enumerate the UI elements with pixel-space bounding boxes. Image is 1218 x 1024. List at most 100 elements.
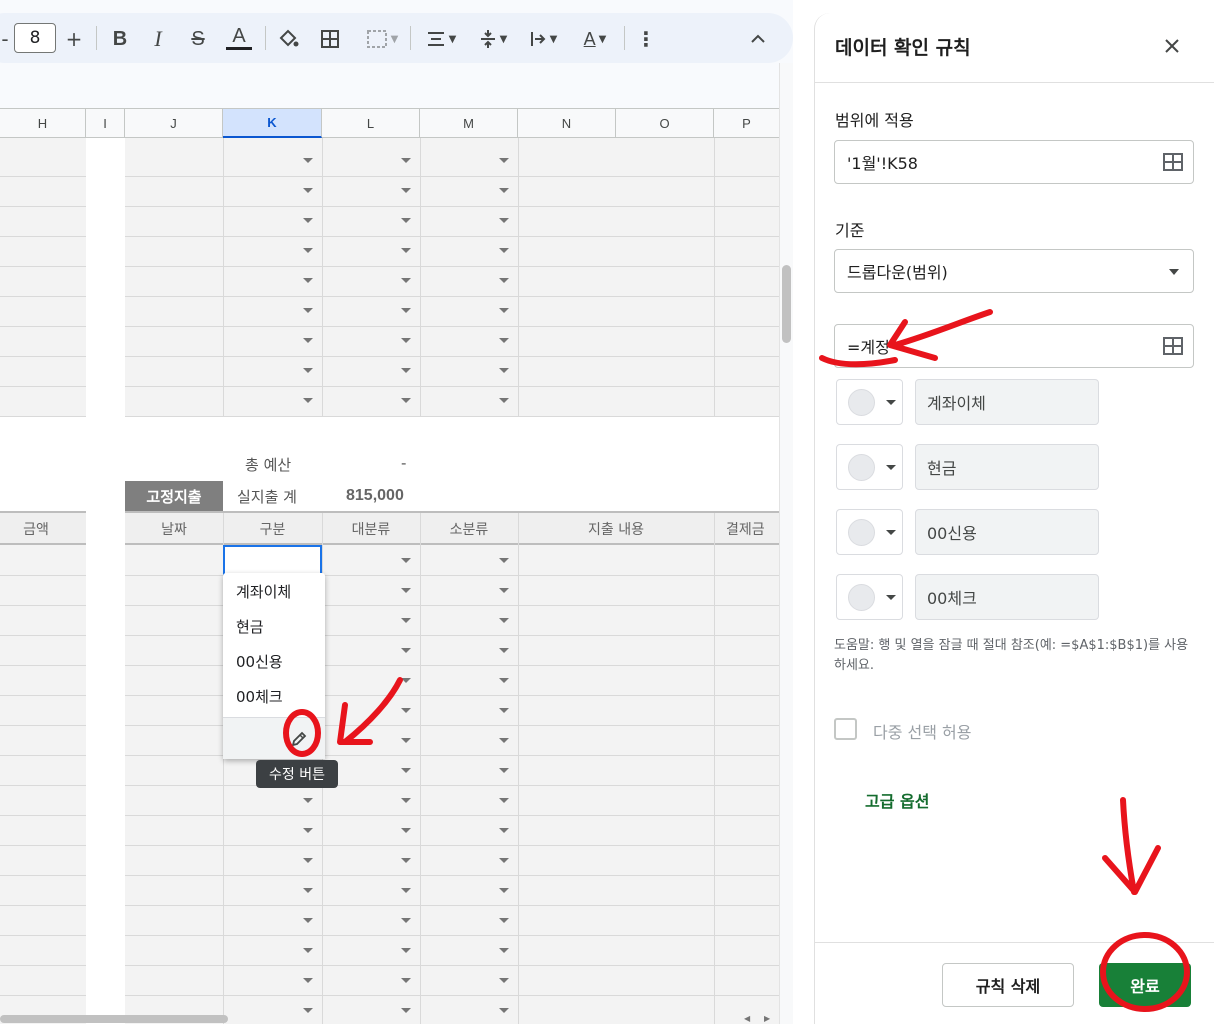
cell-dropdown-chevron[interactable] (499, 888, 509, 893)
column-header-k[interactable]: K (223, 109, 322, 138)
more-options-icon[interactable]: ⋮ (636, 25, 656, 53)
cell-dropdown-chevron[interactable] (401, 978, 411, 983)
cell-dropdown-chevron[interactable] (499, 158, 509, 163)
cell-dropdown-chevron[interactable] (499, 588, 509, 593)
cell-dropdown-chevron[interactable] (401, 588, 411, 593)
cell-dropdown-chevron[interactable] (303, 798, 313, 803)
cell-dropdown-chevron[interactable] (401, 948, 411, 953)
cell-dropdown-chevron[interactable] (303, 948, 313, 953)
cell-dropdown-chevron[interactable] (401, 618, 411, 623)
cell-dropdown-chevron[interactable] (499, 828, 509, 833)
cell-dropdown-chevron[interactable] (401, 248, 411, 253)
font-size-input[interactable]: 8 (14, 23, 56, 53)
done-button[interactable]: 완료 (1099, 963, 1191, 1007)
cell-dropdown-chevron[interactable] (401, 768, 411, 773)
cell-dropdown-chevron[interactable] (401, 888, 411, 893)
cell-dropdown-chevron[interactable] (499, 948, 509, 953)
cell-dropdown-chevron[interactable] (303, 188, 313, 193)
cell-dropdown-chevron[interactable] (499, 798, 509, 803)
close-icon[interactable] (1163, 33, 1181, 61)
cell-dropdown-chevron[interactable] (303, 828, 313, 833)
cell-dropdown-chevron[interactable] (499, 368, 509, 373)
cell-dropdown-chevron[interactable] (499, 218, 509, 223)
cell-dropdown-chevron[interactable] (401, 1008, 411, 1013)
cell-dropdown-chevron[interactable] (499, 768, 509, 773)
option-color-picker[interactable] (836, 444, 903, 490)
delete-rule-button[interactable]: 규칙 삭제 (942, 963, 1074, 1007)
cell-dropdown-chevron[interactable] (303, 918, 313, 923)
multi-select-checkbox[interactable] (834, 718, 857, 740)
cell-dropdown-chevron[interactable] (401, 558, 411, 563)
vertical-scroll-thumb[interactable] (782, 265, 791, 343)
criteria-select[interactable]: 드롭다운(범위) (834, 249, 1194, 293)
dropdown-item-check[interactable]: 00체크 (236, 686, 283, 707)
column-header-o[interactable]: O (616, 109, 714, 138)
column-header-h[interactable]: H (0, 109, 86, 138)
fill-color-icon[interactable] (276, 25, 300, 53)
cell-dropdown-chevron[interactable] (303, 858, 313, 863)
option-color-picker[interactable] (836, 574, 903, 620)
cell-dropdown-chevron[interactable] (303, 308, 313, 313)
cell-dropdown-chevron[interactable] (401, 368, 411, 373)
dropdown-item-credit[interactable]: 00신용 (236, 651, 283, 672)
cell-dropdown-chevron[interactable] (499, 618, 509, 623)
option-field[interactable]: 00신용 (915, 509, 1099, 555)
cell-dropdown-chevron[interactable] (499, 188, 509, 193)
cell-dropdown-chevron[interactable] (401, 648, 411, 653)
font-size-decrease-button[interactable]: - (0, 25, 10, 53)
cell-dropdown-chevron[interactable] (499, 678, 509, 683)
column-header-l[interactable]: L (322, 109, 420, 138)
cell-dropdown-chevron[interactable] (401, 798, 411, 803)
cell-dropdown-chevron[interactable] (401, 278, 411, 283)
font-size-increase-button[interactable]: + (62, 25, 86, 53)
cell-dropdown-chevron[interactable] (401, 708, 411, 713)
cell-block[interactable] (0, 138, 86, 416)
advanced-options-link[interactable]: 고급 옵션 (865, 788, 929, 812)
option-field[interactable]: 현금 (915, 444, 1099, 490)
cell-dropdown-chevron[interactable] (401, 828, 411, 833)
cell-dropdown-chevron[interactable] (401, 308, 411, 313)
cell-dropdown-chevron[interactable] (499, 278, 509, 283)
cell-dropdown-chevron[interactable] (303, 248, 313, 253)
strikethrough-button[interactable]: S (186, 25, 210, 53)
cell-dropdown-chevron[interactable] (401, 858, 411, 863)
option-color-picker[interactable] (836, 379, 903, 425)
option-field[interactable]: 00체크 (915, 574, 1099, 620)
select-range-icon[interactable] (1163, 337, 1183, 355)
cell-dropdown-chevron[interactable] (499, 858, 509, 863)
cell-dropdown-chevron[interactable] (401, 678, 411, 683)
dropdown-item-transfer[interactable]: 계좌이체 (236, 581, 291, 602)
text-color-button[interactable]: A (226, 25, 252, 50)
column-header-j[interactable]: J (125, 109, 223, 138)
bold-button[interactable]: B (108, 25, 132, 53)
cell-dropdown-chevron[interactable] (499, 708, 509, 713)
cell-dropdown-chevron[interactable] (499, 738, 509, 743)
cell-dropdown-chevron[interactable] (401, 188, 411, 193)
cell-dropdown-chevron[interactable] (303, 368, 313, 373)
vertical-align-icon[interactable]: ▼ (472, 25, 514, 53)
criteria-range-input[interactable]: =계정 (834, 324, 1194, 368)
option-field[interactable]: 계좌이체 (915, 379, 1099, 425)
cell-dropdown-chevron[interactable] (303, 1008, 313, 1013)
text-wrap-icon[interactable]: ▼ (522, 25, 564, 53)
cell-dropdown-chevron[interactable] (401, 158, 411, 163)
horizontal-align-icon[interactable]: ▼ (420, 25, 462, 53)
cell-dropdown-chevron[interactable] (401, 398, 411, 403)
cell-dropdown-chevron[interactable] (303, 158, 313, 163)
cell-dropdown-chevron[interactable] (303, 978, 313, 983)
column-header-i[interactable]: I (86, 109, 125, 138)
cell-dropdown-chevron[interactable] (499, 248, 509, 253)
merge-cells-icon[interactable]: ▼ (360, 25, 404, 53)
dropdown-item-cash[interactable]: 현금 (236, 616, 264, 637)
cell-dropdown-chevron[interactable] (401, 218, 411, 223)
cell-dropdown-chevron[interactable] (499, 308, 509, 313)
cell-dropdown-chevron[interactable] (401, 918, 411, 923)
cell-dropdown-chevron[interactable] (303, 888, 313, 893)
column-header-p[interactable]: P (714, 109, 779, 138)
cell-dropdown-chevron[interactable] (303, 338, 313, 343)
scroll-left-icon[interactable]: ◀ (744, 1014, 750, 1023)
cell-dropdown-chevron[interactable] (499, 918, 509, 923)
italic-button[interactable]: I (146, 25, 170, 53)
scroll-right-icon[interactable]: ▶ (764, 1014, 770, 1023)
column-header-n[interactable]: N (518, 109, 616, 138)
